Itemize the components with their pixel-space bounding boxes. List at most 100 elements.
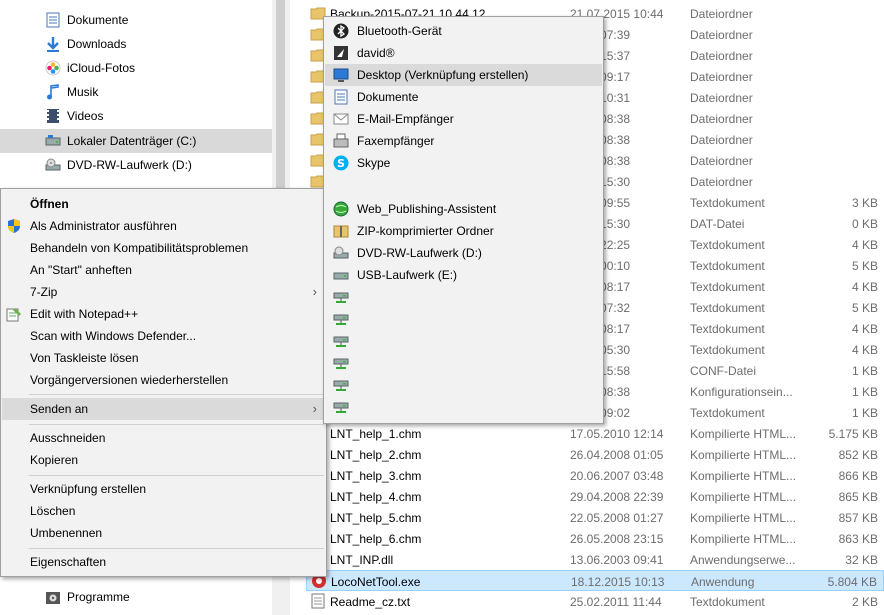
submenu-item-dvd-drive[interactable]: DVD-RW-Laufwerk (D:) [325,242,602,264]
submenu-item-label: Web_Publishing-Assistent [357,202,497,216]
submenu-item-label: Dokumente [357,90,419,104]
usb-drive-icon [333,267,349,283]
submenu-item-label: david® [357,46,395,60]
submenu-item-label: Faxempfänger [357,134,435,148]
menu-item-rename[interactable]: Umbenennen [2,522,325,544]
menu-item-open[interactable]: Öffnen [2,193,325,215]
menu-item-unpin-taskbar[interactable]: Von Taskleiste lösen [2,347,325,369]
submenu-item-fax[interactable]: Faxempfänger [325,130,602,152]
menu-separator [29,475,324,476]
network-drive-icon [333,356,349,372]
nav-item-videos[interactable]: Videos [0,104,272,128]
context-menu: Öffnen Als Administrator ausführen Behan… [0,188,327,577]
file-type: Kompilierte HTML... [690,469,797,483]
file-type: Textdokument [690,406,765,420]
menu-item-properties[interactable]: Eigenschaften [2,551,325,573]
submenu-item-network-drive[interactable] [325,287,602,309]
file-type: CONF-Datei [690,364,757,378]
file-size: 1 KB [851,406,878,420]
menu-item-label: Öffnen [30,197,69,211]
menu-item-label: Vorgängerversionen wiederherstellen [30,373,229,387]
submenu-item-skype[interactable]: S Skype [325,152,602,174]
menu-item-create-shortcut[interactable]: Verknüpfung erstellen [2,478,325,500]
desktop-icon [333,67,349,83]
nav-item-downloads[interactable]: Downloads [0,32,272,56]
file-row[interactable]: ?LNT_help_1.chm17.05.2010 12:14Kompilier… [306,423,884,444]
menu-item-run-as-admin[interactable]: Als Administrator ausführen [2,215,325,237]
nav-item-icloud-photos[interactable]: iCloud-Fotos [0,56,272,80]
submenu-item-network-drive[interactable] [325,309,602,331]
programs-icon [44,589,62,605]
file-row[interactable]: ?LNT_help_3.chm20.06.2007 03:48Kompilier… [306,465,884,486]
submenu-item-label: Skype [357,156,391,170]
submenu-item-network-drive[interactable] [325,331,602,353]
file-type: DAT-Datei [690,217,745,231]
menu-item-notepadpp[interactable]: Edit with Notepad++ [2,303,325,325]
icloud-photos-icon [44,60,62,76]
menu-item-label: Umbenennen [30,526,103,540]
submenu-item-web-publishing[interactable]: Web_Publishing-Assistent [325,198,602,220]
file-date: 20.06.2007 03:48 [570,469,664,483]
network-drive-icon [333,290,349,306]
text-file-icon [310,593,326,609]
file-type: Textdokument [690,280,765,294]
file-date: 17.05.2010 12:14 [570,427,664,441]
submenu-item-usb-drive[interactable]: USB-Laufwerk (E:) [325,264,602,286]
menu-separator [29,424,324,425]
submenu-item-zip-folder[interactable]: ZIP-komprimierter Ordner [325,220,602,242]
file-type: Textdokument [690,301,765,315]
file-row[interactable]: LNT_INP.dll 13.06.2003 09:41 Anwendungserw… [306,549,884,570]
file-row[interactable]: LocoNetTool.exe 18.12.2015 10:13 Anwendung… [306,570,884,591]
file-row[interactable]: ?LNT_help_5.chm22.05.2008 01:27Kompilier… [306,507,884,528]
submenu-item-desktop[interactable]: Desktop (Verknüpfung erstellen) [325,64,602,86]
menu-item-label: Von Taskleiste lösen [30,351,139,365]
submenu-item-david[interactable]: david® [325,42,602,64]
file-size: 863 KB [838,532,878,546]
submenu-item-bluetooth[interactable]: Bluetooth-Gerät [325,20,602,42]
submenu-item-label: ZIP-komprimierter Ordner [357,224,494,238]
nav-item-programs[interactable]: Programme [0,585,272,609]
file-type: Textdokument [690,595,765,609]
menu-item-label: Verknüpfung erstellen [30,482,147,496]
file-type: Textdokument [690,196,765,210]
file-row[interactable]: ?LNT_help_2.chm26.04.2008 01:05Kompilier… [306,444,884,465]
submenu-item-network-drive[interactable] [325,375,602,397]
file-type: Dateiordner [690,112,753,126]
file-row[interactable]: Readme_cz.txt 25.02.2011 11:44 Textdokumen… [306,591,884,612]
bluetooth-icon [333,23,349,39]
file-name: LNT_help_1.chm [330,427,422,441]
file-size: 4 KB [851,238,878,252]
menu-item-7zip[interactable]: 7-Zip › [2,281,325,303]
file-size: 1 KB [851,385,878,399]
file-row[interactable]: ?LNT_help_6.chm26.05.2008 23:15Kompilier… [306,528,884,549]
menu-item-delete[interactable]: Löschen [2,500,325,522]
file-size: 5.175 KB [828,427,878,441]
menu-item-cut[interactable]: Ausschneiden [2,427,325,449]
submenu-item-mail[interactable]: E-Mail-Empfänger [325,108,602,130]
chevron-right-icon: › [312,284,317,299]
menu-item-send-to[interactable]: Senden an › [2,398,325,420]
skype-icon: S [333,155,349,171]
file-size: 5 KB [851,301,878,315]
nav-item-label: Dokumente [67,13,129,27]
file-name: LNT_help_5.chm [330,511,422,525]
submenu-item-documents[interactable]: Dokumente [325,86,602,108]
file-type: Dateiordner [690,91,753,105]
nav-item-local-disk[interactable]: Lokaler Datenträger (C:) [0,129,272,153]
submenu-item-network-drive[interactable] [325,397,602,419]
menu-item-defender[interactable]: Scan with Windows Defender... [2,325,325,347]
menu-item-copy[interactable]: Kopieren [2,449,325,471]
nav-scrollbar-thumb[interactable] [276,0,285,188]
submenu-item-network-drive[interactable] [325,353,602,375]
menu-item-restore-versions[interactable]: Vorgängerversionen wiederherstellen [2,369,325,391]
menu-item-pin-start[interactable]: An "Start" anheften [2,259,325,281]
file-date: 22.05.2008 01:27 [570,511,664,525]
nav-item-dvd-drive[interactable]: DVD-RW-Laufwerk (D:) [0,153,272,177]
file-row[interactable]: ?LNT_help_4.chm29.04.2008 22:39Kompilier… [306,486,884,507]
menu-item-label: Senden an [30,402,89,416]
menu-item-compatibility[interactable]: Behandeln von Kompatibilitätsproblemen [2,237,325,259]
menu-item-label: Behandeln von Kompatibilitätsproblemen [30,241,249,255]
nav-item-documents[interactable]: Dokumente [0,8,272,32]
file-date: 13.06.2003 09:41 [570,553,664,567]
nav-item-music[interactable]: Musik [0,80,272,104]
